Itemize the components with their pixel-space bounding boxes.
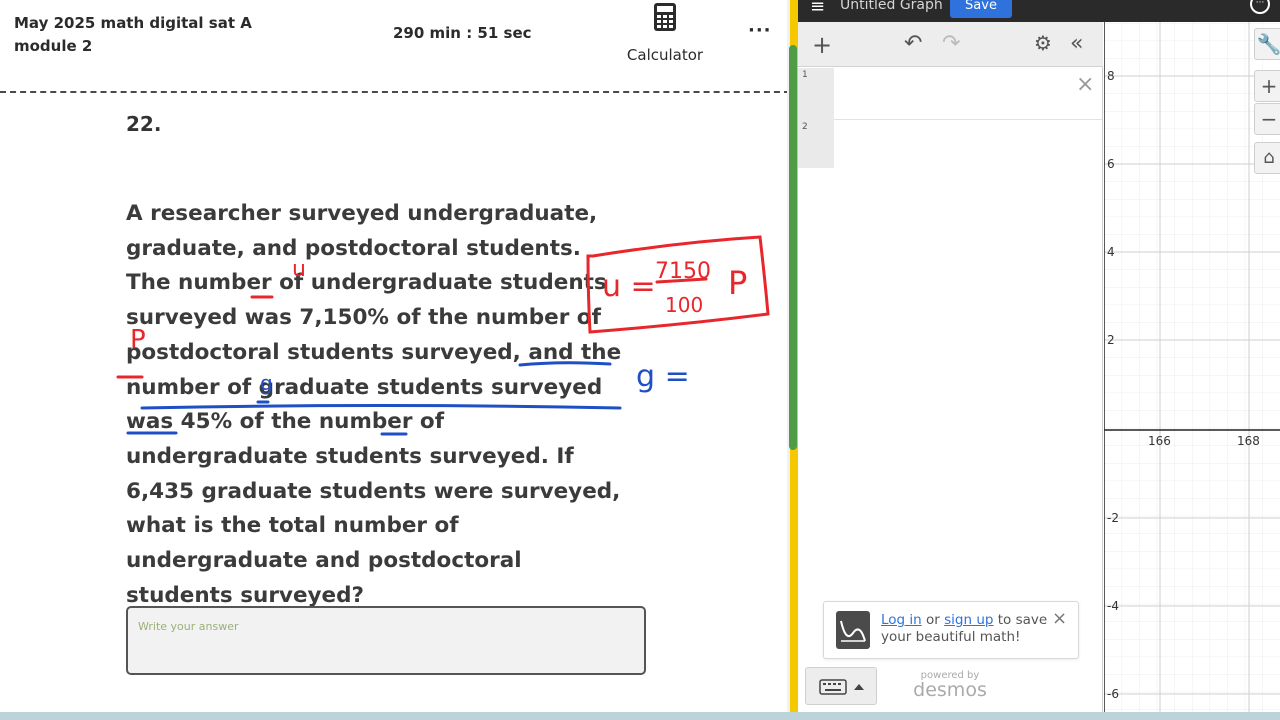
desmos-header: ≡ Untitled Graph Save ···	[798, 0, 1280, 22]
expression-toolbar: + ↶ ↷ ⚙ «	[798, 22, 1103, 67]
x-tick-label: 166	[1148, 434, 1171, 448]
login-message: Log in or sign up to save your beautiful…	[881, 612, 1056, 646]
box-p: P	[728, 264, 747, 302]
question-text: A researcher surveyed undergraduate, gra…	[126, 201, 622, 608]
exam-title: May 2025 math digital sat A module 2	[14, 14, 252, 55]
zoom-out-icon[interactable]: −	[1254, 103, 1280, 135]
calculator-label: Calculator	[626, 46, 704, 64]
screen: May 2025 math digital sat A module 2 290…	[0, 0, 1280, 720]
y-tick-label: -2	[1107, 511, 1119, 525]
y-tick-label: 6	[1107, 157, 1115, 171]
account-icon[interactable]: ···	[1250, 0, 1270, 14]
home-icon[interactable]: ⌂	[1254, 142, 1280, 174]
answer-input[interactable]	[126, 606, 646, 675]
log-in-link[interactable]: Log in	[881, 612, 922, 628]
fraction-bar	[655, 277, 708, 284]
wrench-icon[interactable]: 🔧	[1254, 28, 1280, 60]
x-tick-label: 168	[1237, 434, 1260, 448]
login-or-text: or	[921, 612, 945, 628]
header-divider	[0, 91, 790, 93]
box-denominator: 100	[665, 293, 703, 317]
test-header: May 2025 math digital sat A module 2 290…	[0, 0, 790, 92]
test-panel: May 2025 math digital sat A module 2 290…	[0, 0, 790, 712]
keyboard-icon	[819, 679, 864, 695]
expression-panel: + ↶ ↷ ⚙ « 1 2 × Log in or sign up to sav…	[798, 22, 1103, 712]
y-tick-label: -6	[1107, 687, 1119, 701]
calculator-icon	[654, 3, 676, 31]
y-tick-label: -4	[1107, 599, 1119, 613]
keyboard-toggle-button[interactable]	[805, 667, 877, 705]
close-expression-icon[interactable]: ×	[1076, 72, 1094, 97]
collapse-icon[interactable]: «	[1070, 31, 1083, 56]
calculator-button[interactable]: Calculator	[615, 0, 715, 72]
y-tick-label: 2	[1107, 333, 1115, 347]
expression-row-number: 2	[802, 122, 808, 132]
close-login-icon[interactable]: ×	[1052, 608, 1067, 629]
settings-icon[interactable]: ⚙	[1034, 31, 1052, 55]
expression-gutter: 1 2	[798, 68, 834, 168]
desmos-wordmark: desmos	[913, 679, 987, 701]
add-expression-button[interactable]: +	[812, 31, 832, 59]
timer: 290 min : 51 sec	[393, 24, 532, 42]
expression-row-number: 1	[802, 70, 808, 80]
login-prompt: Log in or sign up to save your beautiful…	[823, 601, 1079, 659]
undo-icon[interactable]: ↶	[904, 31, 922, 56]
taskbar-strip	[0, 712, 1280, 720]
left-scroll-thumb[interactable]	[789, 45, 797, 450]
desmos-logo-icon	[836, 611, 870, 649]
graph-title[interactable]: Untitled Graph	[840, 0, 943, 13]
sign-up-link[interactable]: sign up	[944, 612, 993, 628]
redo-icon[interactable]: ↷	[942, 31, 960, 56]
save-button[interactable]: Save	[950, 0, 1012, 18]
y-tick-label: 8	[1107, 69, 1115, 83]
expression-row-divider	[834, 119, 1102, 120]
g-equals: g =	[636, 359, 690, 394]
hamburger-icon[interactable]: ≡	[810, 0, 825, 17]
more-menu-button[interactable]: ···	[748, 20, 772, 41]
desmos-calculator: ≡ Untitled Graph Save ··· + ↶ ↷ ⚙ « 1 2 …	[798, 0, 1280, 712]
question-number: 22.	[126, 112, 162, 136]
box-numerator: 7150	[655, 259, 711, 284]
zoom-in-icon[interactable]: +	[1254, 70, 1280, 102]
y-tick-label: 4	[1107, 245, 1115, 259]
